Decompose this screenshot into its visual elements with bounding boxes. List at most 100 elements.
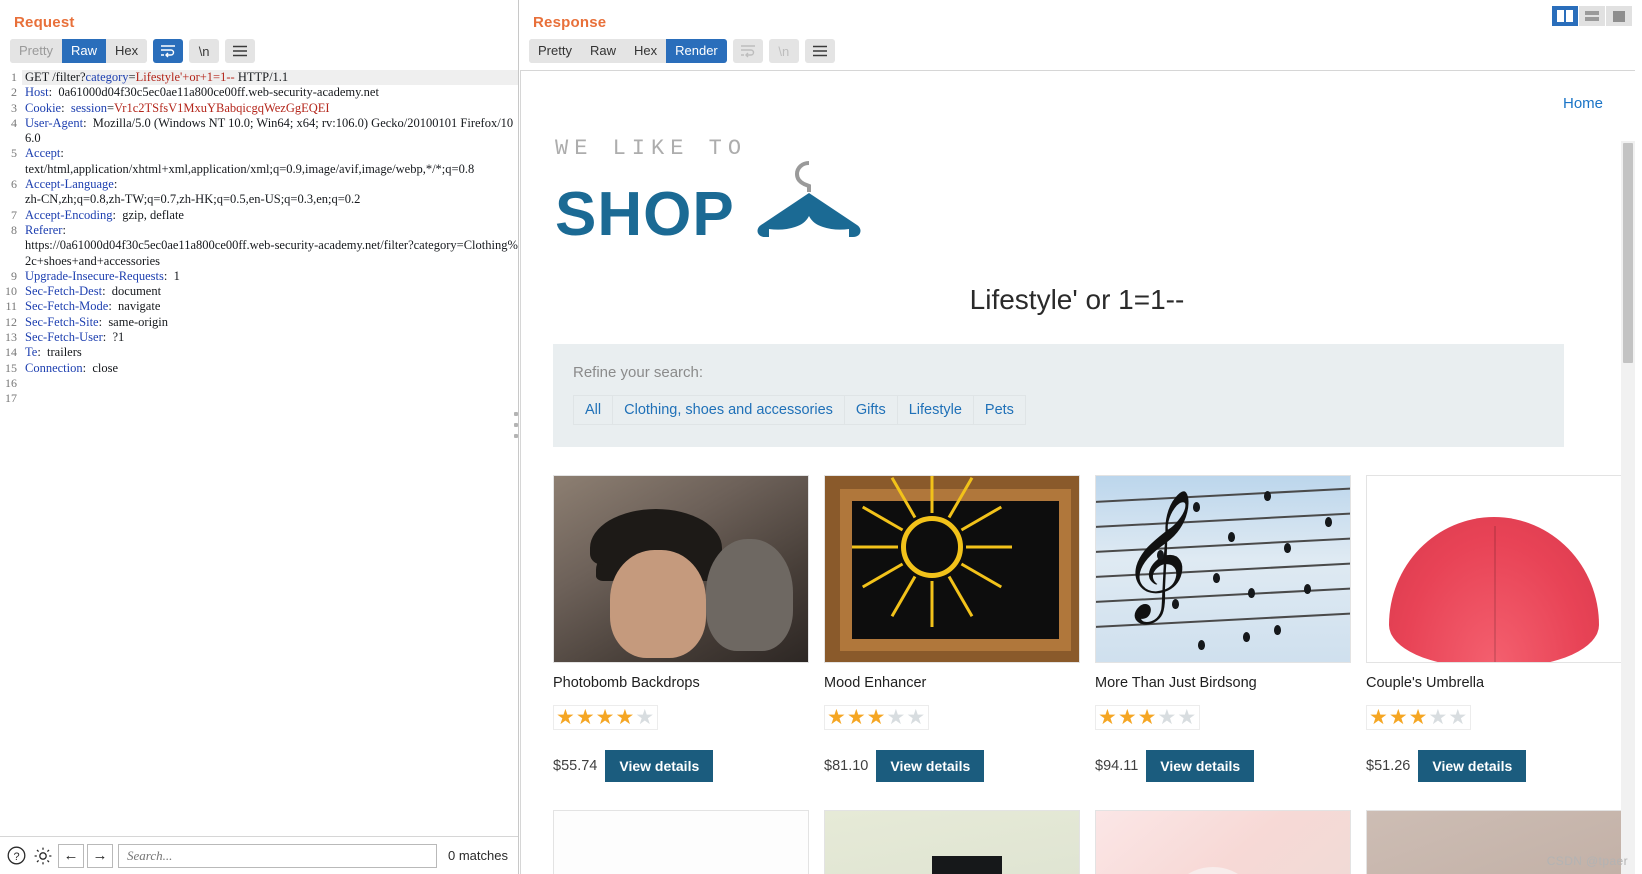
search-input-wrapper[interactable] xyxy=(118,843,438,868)
product-price: $81.10 xyxy=(824,758,869,774)
view-details-button[interactable]: View details xyxy=(1146,750,1255,782)
chalkboard-sun-drawing-image xyxy=(825,476,1079,662)
gear-icon[interactable] xyxy=(31,844,55,868)
line-number: 8 xyxy=(11,222,17,237)
line-number: 1 xyxy=(11,70,17,84)
response-tab-raw[interactable]: Raw xyxy=(580,39,625,63)
single-pane-icon xyxy=(1613,10,1625,22)
split-vertical-layout-button[interactable] xyxy=(1552,6,1578,26)
category-filter-link-0[interactable]: All xyxy=(573,395,613,425)
home-link[interactable]: Home xyxy=(1563,95,1603,112)
newline-icon[interactable]: \n xyxy=(189,39,220,63)
view-details-button[interactable]: View details xyxy=(876,750,985,782)
token: : Mozilla/5.0 (Windows NT 10.0; Win64; x… xyxy=(25,115,514,146)
request-editor[interactable]: 1 GET /filter?category=Lifestyle'+or+1=1-… xyxy=(0,70,518,836)
line-text xyxy=(22,391,518,406)
token: Upgrade-Insecure-Requests xyxy=(25,268,164,283)
token: Connection xyxy=(25,360,83,375)
request-tab-raw[interactable]: Raw xyxy=(61,39,106,63)
request-tab-pretty[interactable]: Pretty xyxy=(10,39,62,63)
site-logo: WE LIKE TO SHOP xyxy=(537,112,1617,246)
category-filter-link-3[interactable]: Lifestyle xyxy=(896,395,973,425)
product-image[interactable] xyxy=(553,810,809,874)
product-image[interactable] xyxy=(1366,475,1622,663)
category-filter-link-1[interactable]: Clothing, shoes and accessories xyxy=(612,395,844,425)
category-filter-link-4[interactable]: Pets xyxy=(972,395,1026,425)
token: Sec-Fetch-Site xyxy=(25,314,99,329)
line-number: 17 xyxy=(5,391,17,406)
arrow-right-icon[interactable]: → xyxy=(87,843,113,868)
token: Accept xyxy=(25,146,61,161)
product-rating: ★★★★★ xyxy=(824,705,930,730)
category-filter-link-2[interactable]: Gifts xyxy=(843,395,897,425)
request-tab-hex[interactable]: Hex xyxy=(105,39,148,63)
token: Vr1c2TSfsV1MxuYBabqicgqWezGgEQEI xyxy=(114,100,330,115)
product-image[interactable] xyxy=(824,475,1080,663)
token: HTTP/1.1 xyxy=(234,70,289,84)
product-image[interactable] xyxy=(1366,810,1622,874)
line-text: Cookie: session=Vr1c2TSfsV1MxuYBabqicgqW… xyxy=(22,101,518,116)
view-details-button[interactable]: View details xyxy=(605,750,714,782)
token: Accept-Encoding xyxy=(25,207,113,222)
view-details-button[interactable]: View details xyxy=(1418,750,1527,782)
token: Cookie xyxy=(25,100,62,115)
request-code-body[interactable]: 1 GET /filter?category=Lifestyle'+or+1=1-… xyxy=(0,70,518,407)
split-horizontal-layout-button[interactable] xyxy=(1579,6,1605,26)
response-panel: Response Pretty Raw Hex Render \n Home W… xyxy=(519,0,1642,874)
help-question-icon[interactable]: ? xyxy=(4,844,28,868)
line-text: Referer: https://0a61000d04f30c5ec0ae11a… xyxy=(22,223,518,269)
response-view-tabs[interactable]: Pretty Raw Hex Render xyxy=(529,39,727,63)
search-input[interactable] xyxy=(125,846,431,865)
split-vertical-icon xyxy=(1557,10,1573,22)
request-toolbar: Pretty Raw Hex \n xyxy=(0,37,518,69)
line-text: Sec-Fetch-Mode: navigate xyxy=(22,299,518,314)
request-view-tabs[interactable]: Pretty Raw Hex xyxy=(10,39,148,63)
hamburger-menu-icon[interactable] xyxy=(225,39,256,63)
product-card xyxy=(824,810,1080,874)
product-image[interactable] xyxy=(553,475,809,663)
line-number: 12 xyxy=(5,314,17,329)
request-line: 4 User-Agent: Mozilla/5.0 (Windows NT 10.… xyxy=(0,116,518,147)
line-number: 11 xyxy=(5,299,17,314)
response-tab-pretty[interactable]: Pretty xyxy=(529,39,581,63)
product-price: $55.74 xyxy=(553,758,598,774)
product-rating: ★★★★★ xyxy=(553,705,659,730)
star-filled-icon: ★ xyxy=(866,706,887,729)
token: : close xyxy=(82,360,119,375)
line-text: Connection: close xyxy=(22,361,518,376)
page-vertical-scrollbar[interactable] xyxy=(1621,141,1635,874)
refine-search-label: Refine your search: xyxy=(573,364,704,381)
token: : document xyxy=(102,284,162,299)
rendered-page-scroll[interactable]: Home WE LIKE TO SHOP Lifestyle' or 1=1--… xyxy=(521,71,1635,874)
single-pane-layout-button[interactable] xyxy=(1606,6,1632,26)
line-text: Sec-Fetch-User: ?1 xyxy=(22,330,518,345)
response-tab-render[interactable]: Render xyxy=(666,39,727,63)
hamburger-menu-icon[interactable] xyxy=(804,39,835,63)
clothes-hanger-icon xyxy=(749,157,869,246)
product-image[interactable] xyxy=(824,810,1080,874)
token: Host xyxy=(25,85,49,100)
svg-text:?: ? xyxy=(13,851,19,863)
product-name: Photobomb Backdrops xyxy=(553,675,700,691)
product-card xyxy=(1366,810,1622,874)
request-line: 6 Accept-Language: zh-CN,zh;q=0.8,zh-TW;q… xyxy=(0,177,518,208)
shop-page: Home WE LIKE TO SHOP Lifestyle' or 1=1--… xyxy=(521,71,1635,874)
scrollbar-thumb[interactable] xyxy=(1623,143,1633,363)
star-empty-icon: ★ xyxy=(1157,706,1178,729)
red-umbrella-image xyxy=(1367,476,1621,662)
line-number: 7 xyxy=(11,207,17,222)
star-empty-icon: ★ xyxy=(886,706,907,729)
token: Accept-Language xyxy=(25,177,114,192)
category-filter-list[interactable]: All Clothing, shoes and accessories Gifts L… xyxy=(573,395,1544,425)
product-image[interactable] xyxy=(1095,810,1351,874)
response-tab-hex[interactable]: Hex xyxy=(624,39,667,63)
line-text: Sec-Fetch-Site: same-origin xyxy=(22,315,518,330)
line-number: 2 xyxy=(11,85,17,100)
line-text: Te: trailers xyxy=(22,345,518,360)
star-filled-icon: ★ xyxy=(595,706,616,729)
arrow-left-icon[interactable]: ← xyxy=(58,843,84,868)
request-line: 2 Host: 0a61000d04f30c5ec0ae11a800ce00ff.… xyxy=(0,85,518,100)
word-wrap-icon[interactable] xyxy=(153,39,184,63)
product-image[interactable]: 𝄞 xyxy=(1095,475,1351,663)
layout-buttons-group[interactable] xyxy=(1552,6,1632,26)
